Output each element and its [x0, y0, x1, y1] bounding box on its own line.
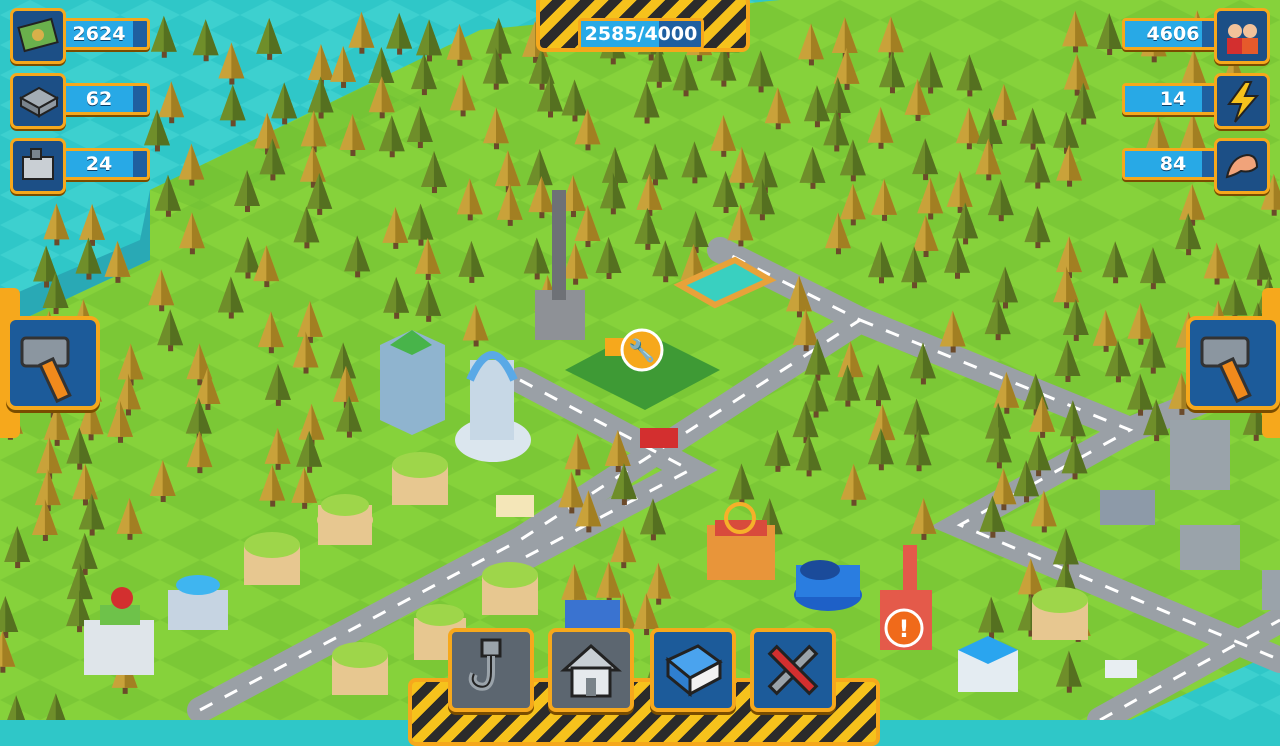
population-value: 4606	[1146, 23, 1200, 45]
energy-value: 14	[1159, 88, 1187, 110]
progress-bar: 2585/4000	[578, 18, 704, 50]
lightning-icon	[1227, 81, 1260, 123]
hammer-icon	[1200, 336, 1252, 404]
wrench-screwdriver-icon	[767, 644, 819, 696]
progress-value: 2585/4000	[584, 23, 698, 45]
workforce-resource: 84	[1122, 138, 1272, 194]
progress-panel: 2585/4000	[536, 0, 750, 52]
energy-icon-frame	[1214, 73, 1270, 129]
left-hammer-button[interactable]	[6, 316, 100, 410]
crane-button[interactable]	[448, 628, 534, 712]
machine-icon	[22, 148, 54, 180]
house-icon	[560, 643, 622, 698]
population-icon-frame	[1214, 8, 1270, 64]
book-button[interactable]	[650, 628, 736, 712]
right-hammer-button[interactable]	[1186, 316, 1280, 410]
crane-hook-icon	[468, 638, 502, 691]
machine-icon-frame	[10, 138, 66, 194]
muscle-icon	[1225, 153, 1259, 179]
workforce-bar: 84	[1122, 148, 1224, 180]
repair-tools-button[interactable]	[750, 628, 836, 712]
energy-bar: 14	[1122, 83, 1224, 115]
steel-icon	[18, 86, 60, 118]
game-map[interactable]: 🔧 !	[0, 0, 1280, 720]
svg-text:!: !	[899, 615, 910, 643]
book-icon	[665, 644, 723, 698]
energy-resource: 14	[1122, 73, 1272, 129]
steel-icon-frame	[10, 73, 66, 129]
population-icon	[1227, 24, 1258, 54]
build-house-button[interactable]	[548, 628, 634, 712]
money-icon-frame	[10, 8, 66, 64]
svg-text:🔧: 🔧	[628, 337, 655, 364]
population-bar: 4606	[1122, 18, 1224, 50]
hammer-icon	[20, 336, 72, 404]
workforce-icon-frame	[1214, 138, 1270, 194]
workforce-value: 84	[1159, 153, 1187, 175]
steel-resource: 62	[0, 73, 150, 129]
population-resource: 4606	[1122, 8, 1272, 64]
machine-resource: 24	[0, 138, 150, 194]
money-resource: 2624	[0, 8, 150, 64]
money-icon	[17, 17, 59, 53]
